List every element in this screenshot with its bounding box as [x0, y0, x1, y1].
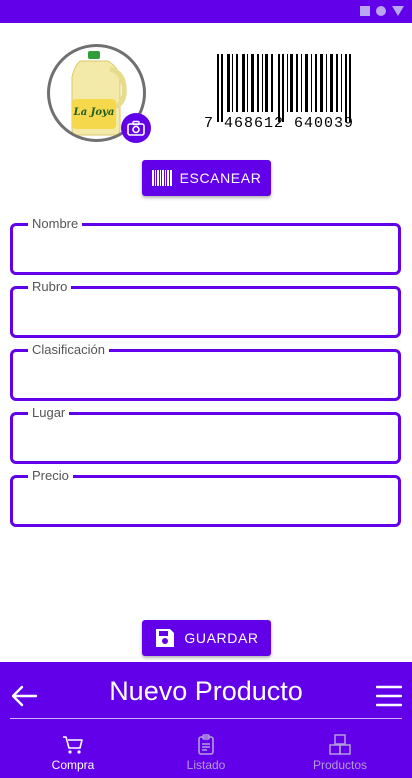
clasificacion-field-label: Clasificación	[28, 342, 109, 357]
circle-nav-icon	[376, 6, 386, 16]
clasificacion-field[interactable]: Clasificación	[10, 342, 401, 401]
bottom-app-bar: Nuevo Producto Compra Listado Productos	[0, 662, 412, 778]
status-bar	[0, 0, 412, 23]
barcode-number: 7 468612 640039	[204, 115, 355, 132]
shopping-cart-icon	[63, 736, 83, 754]
brand-label: La Joya	[73, 107, 115, 118]
clipboard-list-icon	[198, 734, 214, 755]
save-button[interactable]: GUARDAR	[142, 620, 271, 656]
tab-productos-label: Productos	[312, 758, 368, 772]
precio-field-label: Precio	[28, 468, 73, 483]
triangle-nav-icon	[392, 6, 404, 16]
boxes-icon	[329, 734, 351, 755]
rubro-field[interactable]: Rubro	[10, 279, 401, 338]
scan-button[interactable]: ESCANEAR	[142, 160, 271, 196]
save-button-label: GUARDAR	[184, 630, 259, 646]
tab-productos[interactable]: Productos	[290, 734, 390, 772]
hamburger-menu-icon[interactable]	[376, 684, 402, 708]
divider	[10, 718, 402, 719]
square-nav-icon	[360, 6, 370, 16]
nombre-field[interactable]: Nombre	[10, 216, 401, 275]
scan-button-label: ESCANEAR	[179, 170, 262, 186]
lugar-field[interactable]: Lugar	[10, 405, 401, 464]
lugar-field-label: Lugar	[28, 405, 70, 420]
tab-listado-label: Listado	[186, 758, 226, 772]
tab-compra[interactable]: Compra	[23, 734, 123, 772]
camera-icon	[127, 120, 145, 136]
precio-field[interactable]: Precio	[10, 468, 401, 527]
floppy-disk-icon	[156, 629, 175, 647]
page-title: Nuevo Producto	[109, 676, 303, 706]
barcode-icon	[151, 170, 172, 186]
tab-compra-label: Compra	[51, 758, 95, 772]
tab-listado[interactable]: Listado	[156, 734, 256, 772]
nombre-field-label: Nombre	[28, 216, 83, 231]
rubro-field-label: Rubro	[28, 279, 72, 294]
camera-button[interactable]	[121, 113, 151, 143]
